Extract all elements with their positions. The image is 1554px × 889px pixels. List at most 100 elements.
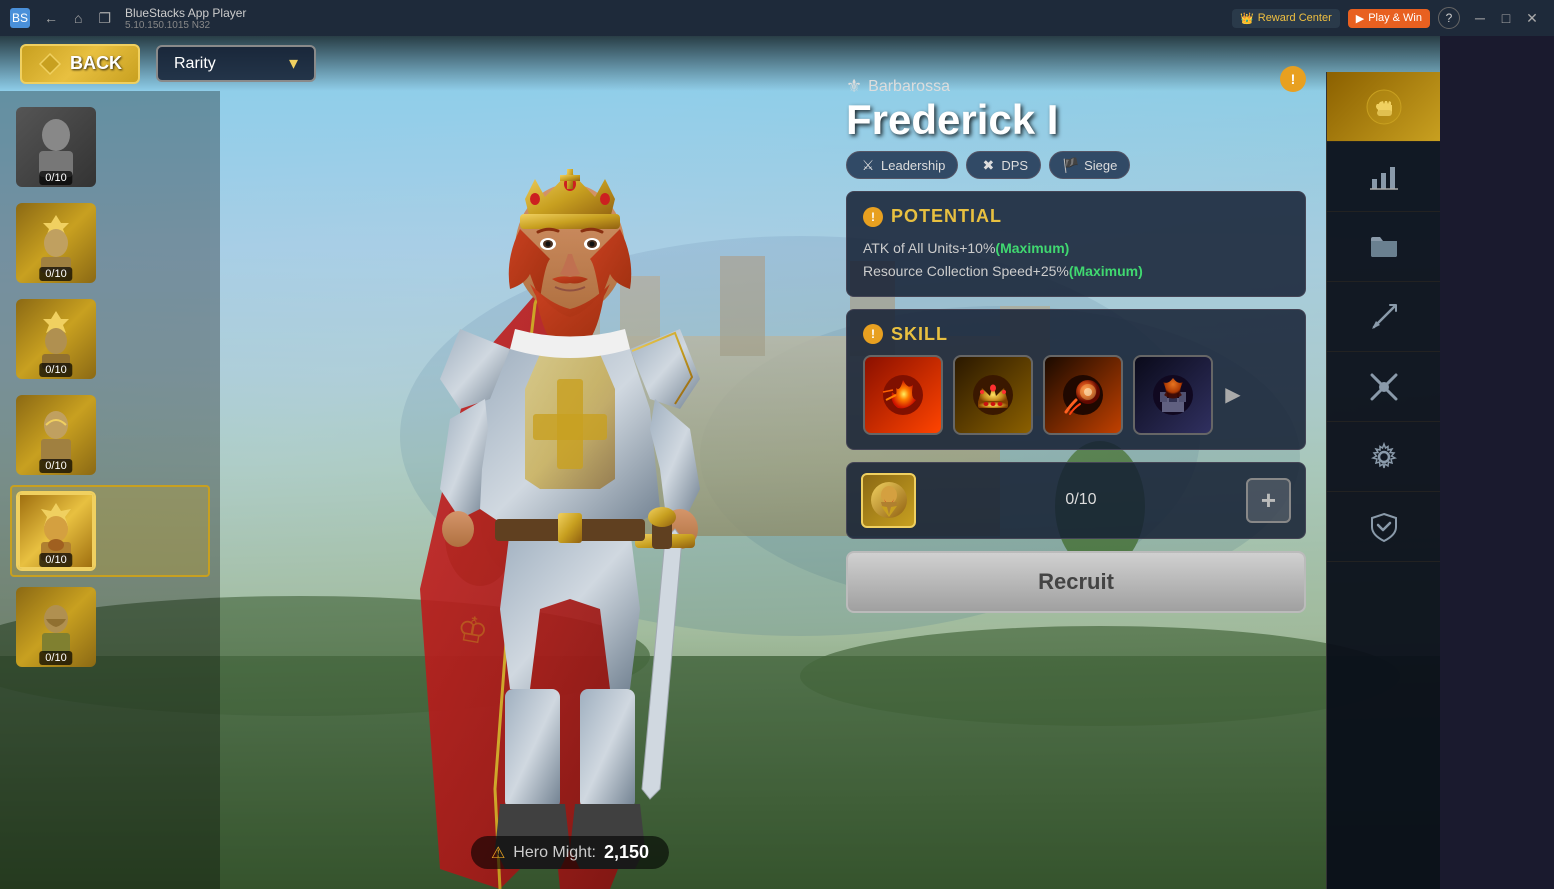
potential-highlight-1: (Maximum)	[995, 240, 1069, 256]
hero-subtitle-text: Barbarossa	[868, 78, 950, 96]
tag-leadership-label: Leadership	[881, 158, 945, 173]
hero-item-3[interactable]: 0/10	[10, 293, 210, 385]
back-button[interactable]: BACK	[20, 44, 140, 84]
hero-count-5: 0/10	[39, 553, 72, 567]
troops-icon	[1362, 295, 1406, 339]
hero-portrait-4: 0/10	[16, 395, 96, 475]
hero-figure-svg: ♔	[320, 89, 820, 889]
hero-count-6: 0/10	[39, 651, 72, 665]
right-panel: ⚜ Barbarossa Frederick I ! ⚔ Leadership …	[826, 36, 1326, 889]
bluestacks-icon: BS	[10, 8, 30, 28]
might-label: Hero Might:	[513, 844, 596, 862]
skill-icon-4[interactable]	[1133, 355, 1213, 435]
skill-section: ! SKILL	[846, 309, 1306, 450]
rarity-label: Rarity	[174, 55, 216, 73]
titlebar-info: BlueStacks App Player 5.10.150.1015 N32	[125, 6, 246, 31]
dps-icon: ✖	[979, 156, 997, 174]
hero-tags: ⚔ Leadership ✖ DPS 🏴 Siege	[846, 151, 1306, 179]
skill-icon-1[interactable]	[863, 355, 943, 435]
hero-name: Frederick I	[846, 97, 1306, 143]
titlebar-nav: ← ⌂ ❐	[38, 8, 117, 29]
hero-list: 0/10 0/10	[0, 91, 220, 889]
back-nav-button[interactable]: ←	[38, 8, 64, 29]
hero-item-2[interactable]: 0/10	[10, 197, 210, 289]
play-icon: ▶	[1356, 12, 1364, 25]
hero-item-5[interactable]: 0/10	[10, 485, 210, 577]
fight-icon	[1362, 85, 1406, 129]
hero-count-3: 0/10	[39, 363, 72, 377]
play-win-button[interactable]: ▶ Play & Win	[1348, 9, 1430, 28]
hero-portrait-6: 0/10	[16, 587, 96, 667]
back-label: BACK	[70, 53, 122, 74]
dropdown-arrow-icon: ▾	[289, 53, 298, 74]
titlebar-right: 👑 Reward Center ▶ Play & Win ? ─ □ ✕	[1232, 6, 1544, 30]
hero-might-bar: ⚠ Hero Might: 2,150	[471, 836, 669, 869]
titlebar-left: BS ← ⌂ ❐ BlueStacks App Player 5.10.150.…	[10, 6, 246, 31]
gear-icon	[1362, 435, 1406, 479]
game-area: BACK Rarity ▾ 0/10	[0, 36, 1440, 889]
back-diamond-icon	[38, 52, 62, 76]
stats-icon	[1362, 155, 1406, 199]
hero-item-4[interactable]: 0/10	[10, 389, 210, 481]
tag-leadership: ⚔ Leadership	[846, 151, 958, 179]
toolbar-item-shield[interactable]	[1327, 492, 1440, 562]
potential-highlight-2: (Maximum)	[1069, 263, 1143, 279]
hero-recruit-bar: 0/10 +	[846, 462, 1306, 539]
toolbar-item-settings[interactable]	[1327, 422, 1440, 492]
skill-icon-3[interactable]	[1043, 355, 1123, 435]
hero-count-2: 0/10	[39, 267, 72, 281]
right-toolbar	[1326, 72, 1440, 889]
copy-nav-button[interactable]: ❐	[92, 8, 117, 29]
hero-portrait-1: 0/10	[16, 107, 96, 187]
add-icon: +	[1261, 485, 1276, 516]
skill-alert-icon: !	[863, 324, 883, 344]
play-label: Play & Win	[1368, 12, 1422, 24]
close-button[interactable]: ✕	[1520, 6, 1544, 30]
toolbar-item-cross[interactable]	[1327, 352, 1440, 422]
reward-icon: 👑	[1240, 12, 1254, 25]
potential-title: POTENTIAL	[891, 206, 1002, 227]
home-nav-button[interactable]: ⌂	[68, 8, 88, 29]
toolbar-item-fight[interactable]	[1327, 72, 1440, 142]
hero-progress: 0/10	[928, 491, 1234, 509]
rarity-dropdown[interactable]: Rarity ▾	[156, 45, 316, 82]
hero-alert-icon: !	[1280, 66, 1306, 92]
svg-text:♔: ♔	[454, 608, 492, 652]
minimize-button[interactable]: ─	[1468, 6, 1492, 30]
skill-icon-2[interactable]	[953, 355, 1033, 435]
subtitle-emblem-icon: ⚜	[846, 76, 862, 97]
maximize-button[interactable]: □	[1494, 6, 1518, 30]
help-button[interactable]: ?	[1438, 7, 1460, 29]
recruit-label: Recruit	[1038, 569, 1114, 594]
tag-siege-label: Siege	[1084, 158, 1117, 173]
app-version: 5.10.150.1015 N32	[125, 20, 246, 31]
siege-icon: 🏴	[1062, 156, 1080, 174]
hero-subtitle: ⚜ Barbarossa	[846, 76, 1306, 97]
potential-alert-icon: !	[863, 207, 883, 227]
recruit-button[interactable]: Recruit	[846, 551, 1306, 613]
leadership-icon: ⚔	[859, 156, 877, 174]
hero-count-4: 0/10	[39, 459, 72, 473]
might-warning-icon: ⚠	[491, 843, 505, 863]
folder-icon	[1362, 225, 1406, 269]
toolbar-item-folder[interactable]	[1327, 212, 1440, 282]
reward-center-button[interactable]: 👑 Reward Center	[1232, 9, 1340, 28]
hero-portrait-5: 0/10	[16, 491, 96, 571]
hero-display: ♔ ⚠ Hero Might: 2,150	[220, 36, 920, 889]
toolbar-item-troops[interactable]	[1327, 282, 1440, 352]
window-controls: ─ □ ✕	[1468, 6, 1544, 30]
hero-item-6[interactable]: 0/10	[10, 581, 210, 673]
toolbar-item-stats[interactable]	[1327, 142, 1440, 212]
potential-line-1: ATK of All Units+10%(Maximum)	[863, 237, 1289, 259]
hero-item-1[interactable]: 0/10	[10, 101, 210, 193]
potential-prefix-1: ATK of All Units+10%	[863, 240, 995, 256]
tag-dps-label: DPS	[1001, 158, 1028, 173]
skill-more-indicator: ▶	[1223, 355, 1243, 435]
app-name: BlueStacks App Player	[125, 6, 246, 20]
potential-prefix-2: Resource Collection Speed+25%	[863, 263, 1069, 279]
add-button[interactable]: +	[1246, 478, 1291, 523]
hero-portrait-3: 0/10	[16, 299, 96, 379]
potential-section: ! POTENTIAL ATK of All Units+10%(Maximum…	[846, 191, 1306, 297]
skill-header: ! SKILL	[863, 324, 1289, 345]
tag-dps: ✖ DPS	[966, 151, 1041, 179]
